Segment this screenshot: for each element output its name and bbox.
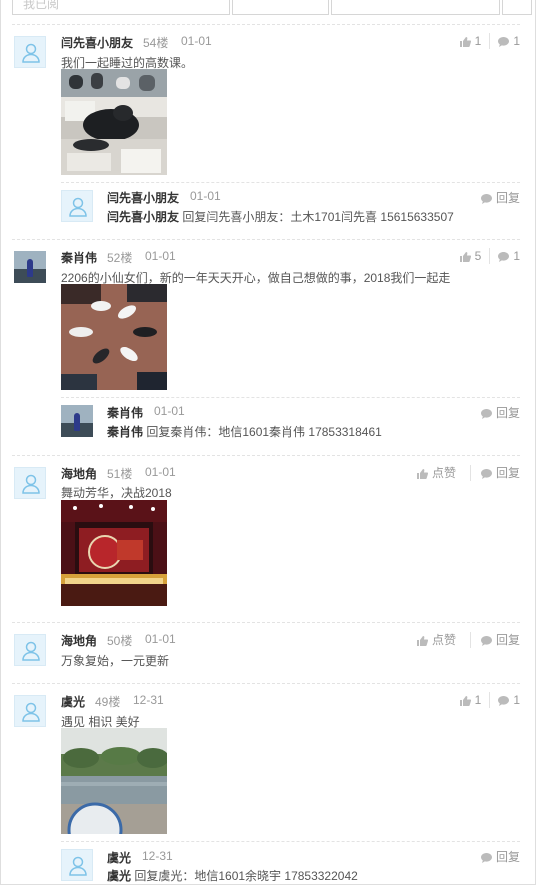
divider [12, 683, 520, 684]
thumb-up-icon [459, 695, 471, 706]
avatar[interactable] [14, 36, 46, 68]
post-date: 01-01 [145, 249, 176, 263]
divider [12, 24, 520, 25]
comment-icon [498, 36, 510, 47]
post-actions: 11 [459, 692, 520, 708]
reply-text: 闫先喜小朋友 回复闫先喜小朋友：土木1701闫先喜 15615633507 [107, 210, 454, 224]
post-floor: 54楼 [143, 36, 169, 50]
post-image[interactable] [61, 69, 167, 175]
toolbar-box-4[interactable] [502, 0, 532, 15]
post-actions: 点赞 回复 [416, 464, 520, 481]
post-text: 万象复始，一元更新 [61, 654, 170, 668]
avatar[interactable] [14, 251, 46, 283]
reply-date: 12-31 [142, 849, 173, 863]
toolbar-box-2[interactable] [232, 0, 329, 15]
reply-button[interactable]: 回复 [480, 189, 520, 206]
post-author[interactable]: 闫先喜小朋友 [61, 34, 133, 51]
divider [12, 239, 520, 240]
post-floor: 52楼 [107, 251, 133, 265]
comment-icon [480, 468, 492, 479]
divider [61, 397, 520, 398]
user-icon [69, 856, 87, 876]
reply-button[interactable]: 回复 [480, 848, 520, 865]
reply-avatar[interactable] [61, 849, 93, 881]
toolbar-input-text: 我已阅 [23, 0, 60, 11]
avatar[interactable] [14, 634, 46, 666]
comment-icon [480, 635, 492, 646]
comment-button[interactable]: 1 [498, 34, 520, 48]
like-button[interactable]: 点赞 [416, 631, 456, 648]
like-button[interactable]: 1 [459, 34, 481, 48]
comment-icon [480, 193, 492, 204]
like-button[interactable]: 点赞 [416, 464, 456, 481]
post-actions: 11 [459, 33, 520, 49]
top-toolbar: 我已阅 [12, 0, 532, 16]
post-author[interactable]: 海地角 [61, 632, 97, 649]
comment-icon [480, 408, 492, 419]
post-author[interactable]: 虞光 [61, 693, 85, 710]
divider [61, 841, 520, 842]
avatar[interactable] [14, 467, 46, 499]
divider [12, 622, 520, 623]
reply-author[interactable]: 秦肖伟 [107, 404, 143, 421]
user-icon [22, 641, 40, 661]
toolbar-input[interactable]: 我已阅 [12, 0, 230, 15]
divider [12, 455, 520, 456]
reply-avatar[interactable] [61, 405, 93, 437]
like-button[interactable]: 5 [459, 249, 481, 263]
divider [61, 182, 520, 183]
toolbar-box-3[interactable] [331, 0, 500, 15]
reply-text: 秦肖伟 回复秦肖伟：地信1601秦肖伟 17853318461 [107, 425, 382, 439]
reply-author[interactable]: 闫先喜小朋友 [107, 189, 179, 206]
post-floor: 50楼 [107, 634, 133, 648]
thumb-up-icon [416, 635, 428, 646]
post-actions: 点赞 回复 [416, 631, 520, 648]
comment-icon [498, 695, 510, 706]
post-date: 01-01 [145, 465, 176, 479]
comment-icon [498, 251, 510, 262]
post-author[interactable]: 秦肖伟 [61, 249, 97, 266]
thumb-up-icon [459, 251, 471, 262]
user-icon [22, 43, 40, 63]
like-button[interactable]: 1 [459, 693, 481, 707]
comment-button[interactable]: 1 [498, 249, 520, 263]
thumb-up-icon [459, 36, 471, 47]
reply-avatar[interactable] [61, 190, 93, 222]
avatar[interactable] [14, 695, 46, 727]
comment-button[interactable]: 回复 [480, 464, 520, 481]
post-image[interactable] [61, 500, 167, 606]
post-image[interactable] [61, 728, 167, 834]
post-date: 12-31 [133, 693, 164, 707]
post-image[interactable] [61, 284, 167, 390]
post-text: 舞动芳华，决战2018 [61, 486, 172, 500]
user-icon [22, 702, 40, 722]
user-icon [69, 197, 87, 217]
comment-button[interactable]: 1 [498, 693, 520, 707]
post-actions: 51 [459, 248, 520, 264]
reply-author[interactable]: 虞光 [107, 849, 131, 866]
reply-date: 01-01 [154, 404, 185, 418]
comment-icon [480, 852, 492, 863]
user-icon [22, 474, 40, 494]
reply-text: 虞光 回复虞光：地信1601余晓宇 17853322042 [107, 869, 358, 883]
post-floor: 49楼 [95, 695, 121, 709]
thumb-up-icon [416, 468, 428, 479]
post-date: 01-01 [181, 34, 212, 48]
post-floor: 51楼 [107, 467, 133, 481]
post-date: 01-01 [145, 632, 176, 646]
post-author[interactable]: 海地角 [61, 465, 97, 482]
comment-button[interactable]: 回复 [480, 631, 520, 648]
reply-date: 01-01 [190, 189, 221, 203]
reply-button[interactable]: 回复 [480, 404, 520, 421]
